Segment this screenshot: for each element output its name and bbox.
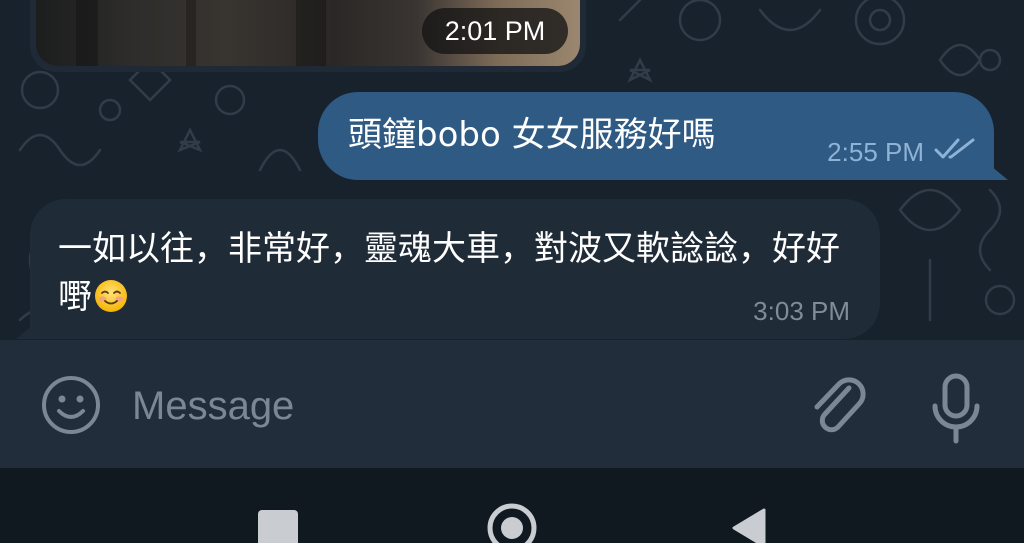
- outgoing-message-text: 頭鐘bobo 女女服務好嗎: [348, 115, 716, 155]
- message-composer: [0, 340, 1024, 468]
- paperclip-icon[interactable]: [805, 370, 869, 440]
- microphone-icon[interactable]: [928, 368, 984, 448]
- double-check-icon: [934, 137, 976, 168]
- square-icon[interactable]: [258, 510, 298, 543]
- outgoing-message-time: 2:55 PM: [827, 137, 924, 167]
- incoming-message-body: 一如以往，非常好，靈魂大車，對波又軟諗諗，好好嘢: [58, 225, 858, 321]
- message-input[interactable]: [132, 378, 752, 434]
- bubble-tail: [16, 321, 38, 339]
- home-circle-icon[interactable]: [486, 502, 538, 543]
- incoming-message-time: 3:03 PM: [753, 296, 850, 326]
- incoming-message-text: 一如以往，非常好，靈魂大車，對波又軟諗諗，好好嘢: [58, 229, 840, 317]
- back-triangle-icon[interactable]: [728, 506, 768, 543]
- smiley-icon[interactable]: [40, 374, 102, 436]
- outgoing-message-bubble[interactable]: 頭鐘bobo 女女服務好嗎 2:55 PM: [318, 92, 1008, 180]
- chat-message-list[interactable]: 2:01 PM 頭鐘bobo 女女服務好嗎 2:55 PM 一如以往，非常好，靈…: [0, 0, 1024, 340]
- incoming-message-bubble[interactable]: 一如以往，非常好，靈魂大車，對波又軟諗諗，好好嘢 3:03 PM: [16, 199, 880, 339]
- system-navigation-bar: [0, 468, 1024, 543]
- telegram-chat-screen: 2:01 PM 頭鐘bobo 女女服務好嗎 2:55 PM 一如以往，非常好，靈…: [0, 0, 1024, 543]
- media-timestamp: 2:01 PM: [422, 8, 568, 54]
- smiling-face-icon: [94, 278, 128, 312]
- outgoing-message-meta: 2:55 PM: [827, 137, 976, 168]
- bubble-tail: [986, 162, 1008, 180]
